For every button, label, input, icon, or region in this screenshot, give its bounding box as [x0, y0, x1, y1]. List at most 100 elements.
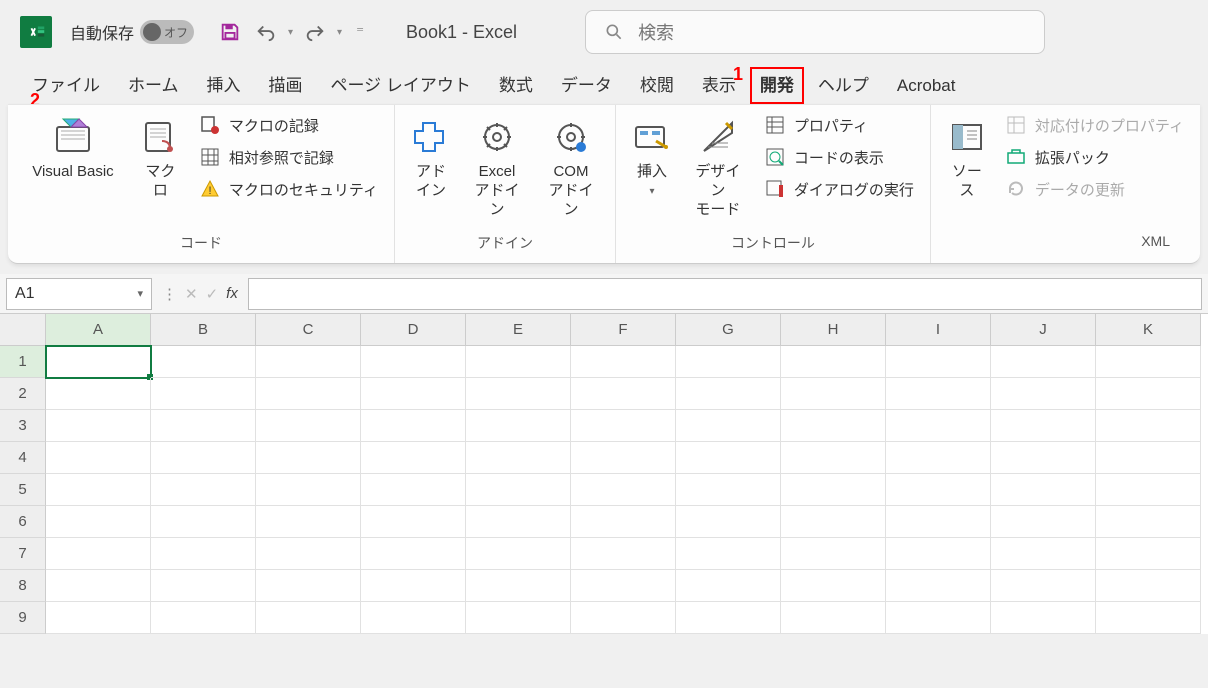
cell[interactable]	[991, 346, 1096, 378]
cell[interactable]	[151, 410, 256, 442]
cell[interactable]	[991, 442, 1096, 474]
cell[interactable]	[781, 538, 886, 570]
redo-button[interactable]	[301, 18, 329, 46]
cell[interactable]	[256, 506, 361, 538]
cell[interactable]	[886, 602, 991, 634]
cell[interactable]	[1096, 538, 1201, 570]
cell[interactable]	[46, 410, 151, 442]
cell[interactable]	[256, 538, 361, 570]
cell[interactable]	[676, 474, 781, 506]
row-header[interactable]: 4	[0, 442, 46, 474]
cell[interactable]	[1096, 602, 1201, 634]
cell[interactable]	[256, 378, 361, 410]
column-header[interactable]: I	[886, 314, 991, 346]
cell[interactable]	[151, 506, 256, 538]
cell[interactable]	[676, 538, 781, 570]
cell[interactable]	[466, 570, 571, 602]
cell[interactable]	[256, 602, 361, 634]
cell[interactable]	[571, 602, 676, 634]
tab-formulas[interactable]: 数式	[485, 67, 547, 104]
cell[interactable]	[676, 506, 781, 538]
cell[interactable]	[361, 378, 466, 410]
cell[interactable]	[886, 570, 991, 602]
cell[interactable]	[151, 378, 256, 410]
cell[interactable]	[361, 602, 466, 634]
macro-security-button[interactable]: ! マクロのセキュリティ	[193, 175, 384, 203]
com-addins-button[interactable]: COM アドイン	[537, 111, 605, 223]
cell[interactable]	[1096, 346, 1201, 378]
cell[interactable]	[151, 346, 256, 378]
cell[interactable]	[571, 474, 676, 506]
cell[interactable]	[46, 506, 151, 538]
insert-control-button[interactable]: 挿入 ▾	[626, 111, 678, 202]
macros-button[interactable]: マクロ	[134, 111, 187, 205]
cell[interactable]	[46, 602, 151, 634]
cell[interactable]	[886, 442, 991, 474]
cell[interactable]	[571, 442, 676, 474]
cell[interactable]	[466, 506, 571, 538]
view-code-button[interactable]: コードの表示	[758, 143, 920, 171]
expansion-packs-button[interactable]: 拡張パック	[999, 143, 1190, 171]
enter-icon[interactable]: ✓	[206, 285, 219, 303]
cell[interactable]	[991, 378, 1096, 410]
cell[interactable]	[571, 538, 676, 570]
record-macro-button[interactable]: マクロの記録	[193, 111, 384, 139]
cell[interactable]	[991, 474, 1096, 506]
cell[interactable]	[886, 378, 991, 410]
cancel-icon[interactable]: ✕	[185, 285, 198, 303]
cell[interactable]	[886, 474, 991, 506]
cell[interactable]	[361, 410, 466, 442]
cell[interactable]	[571, 346, 676, 378]
tab-review[interactable]: 校閲	[626, 67, 688, 104]
cell[interactable]	[781, 442, 886, 474]
cell[interactable]	[361, 570, 466, 602]
tab-file[interactable]: ファイル	[18, 67, 114, 104]
cell[interactable]	[1096, 378, 1201, 410]
cell[interactable]	[151, 474, 256, 506]
cell[interactable]	[256, 474, 361, 506]
cell[interactable]	[361, 346, 466, 378]
cell[interactable]	[256, 442, 361, 474]
cell[interactable]	[151, 602, 256, 634]
cell[interactable]	[676, 410, 781, 442]
cell[interactable]	[571, 378, 676, 410]
fx-icon[interactable]: fx	[226, 285, 238, 302]
cell[interactable]	[466, 538, 571, 570]
ellipsis-icon[interactable]: ⋮	[162, 285, 177, 303]
cell[interactable]	[466, 410, 571, 442]
qat-customize-icon[interactable]: ⁼	[350, 23, 370, 41]
cell[interactable]	[676, 602, 781, 634]
save-button[interactable]	[216, 18, 244, 46]
column-header[interactable]: H	[781, 314, 886, 346]
excel-addins-button[interactable]: Excel アドイン	[463, 111, 531, 223]
cell[interactable]	[1096, 570, 1201, 602]
cell[interactable]	[886, 538, 991, 570]
cell[interactable]	[46, 346, 151, 378]
cell[interactable]	[886, 410, 991, 442]
cell[interactable]	[466, 378, 571, 410]
autosave-toggle[interactable]: オフ	[140, 20, 194, 44]
row-header[interactable]: 9	[0, 602, 46, 634]
column-header[interactable]: C	[256, 314, 361, 346]
tab-home[interactable]: ホーム	[114, 67, 193, 104]
cell[interactable]	[781, 346, 886, 378]
row-header[interactable]: 2	[0, 378, 46, 410]
properties-button[interactable]: プロパティ	[758, 111, 920, 139]
cell[interactable]	[991, 410, 1096, 442]
cell[interactable]	[151, 442, 256, 474]
column-header[interactable]: E	[466, 314, 571, 346]
source-button[interactable]: ソース	[941, 111, 993, 205]
cell[interactable]	[781, 410, 886, 442]
cell[interactable]	[886, 346, 991, 378]
cell[interactable]	[466, 346, 571, 378]
search-box[interactable]: 検索	[585, 10, 1045, 54]
cell[interactable]	[1096, 442, 1201, 474]
cell[interactable]	[1096, 474, 1201, 506]
cell[interactable]	[781, 602, 886, 634]
row-header[interactable]: 6	[0, 506, 46, 538]
row-header[interactable]: 8	[0, 570, 46, 602]
cell[interactable]	[46, 378, 151, 410]
tab-help[interactable]: ヘルプ	[804, 67, 883, 104]
autosave[interactable]: 自動保存 オフ	[70, 20, 194, 44]
tab-developer[interactable]: 開発	[750, 67, 804, 104]
